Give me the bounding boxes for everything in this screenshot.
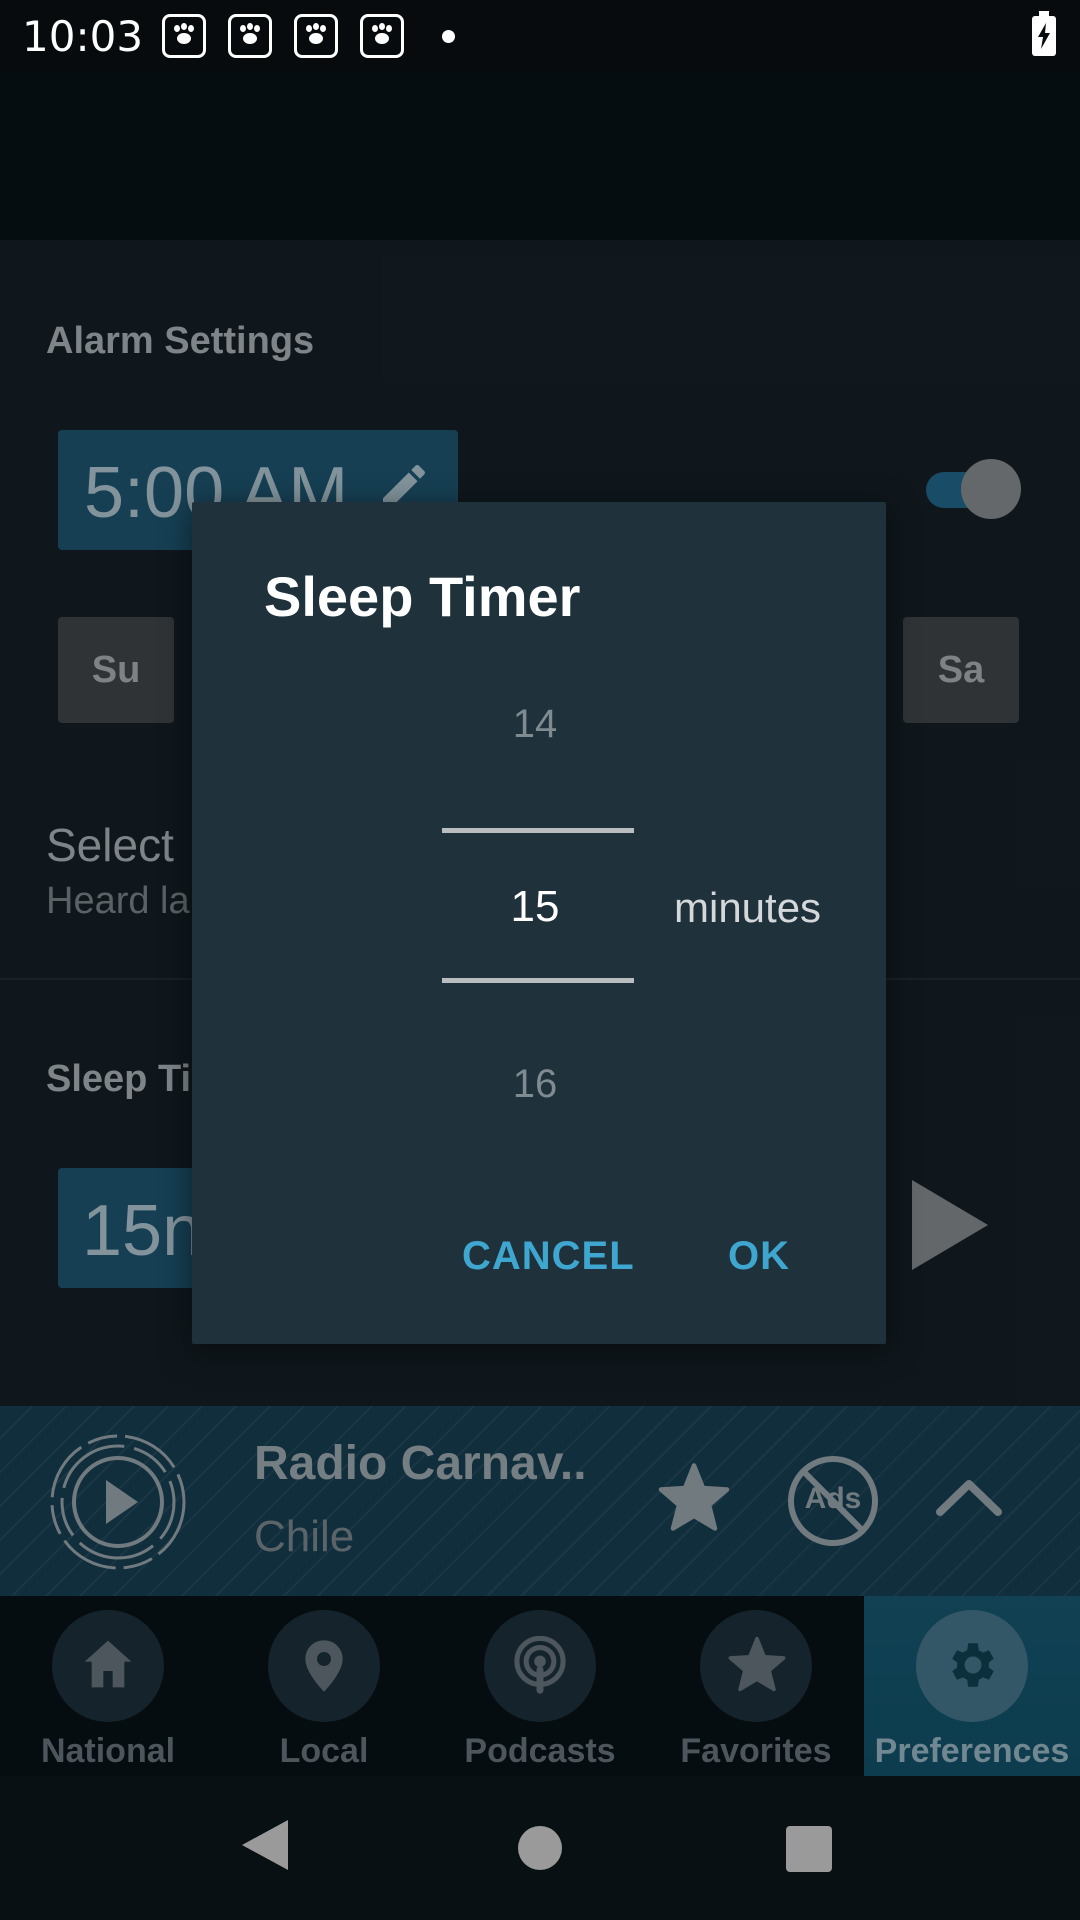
dialog-title: Sleep Timer [264,565,581,628]
home-button-icon[interactable] [518,1826,562,1870]
battery-charging-icon [1032,11,1056,56]
picker-previous-value[interactable]: 14 [442,702,628,747]
baidu-paw-icon [360,14,404,58]
sleep-timer-dialog: Sleep Timer 14 15 16 minutes CANCEL OK [192,502,886,1344]
baidu-paw-icon [228,14,272,58]
recents-icon[interactable] [786,1826,832,1872]
picker-divider-top [442,828,634,833]
picker-divider-bottom [442,978,634,983]
baidu-paw-icon [162,14,206,58]
ok-button[interactable]: OK [728,1234,790,1279]
picker-next-value[interactable]: 16 [442,1062,628,1107]
status-time: 10:03 [22,12,144,61]
baidu-paw-icon [294,14,338,58]
back-icon[interactable] [242,1820,288,1870]
cancel-button[interactable]: CANCEL [462,1234,635,1279]
notification-dot [442,30,455,43]
picker-current-value[interactable]: 15 [442,882,628,932]
picker-unit-label: minutes [674,884,822,931]
status-bar: 10:03 [0,0,1080,72]
